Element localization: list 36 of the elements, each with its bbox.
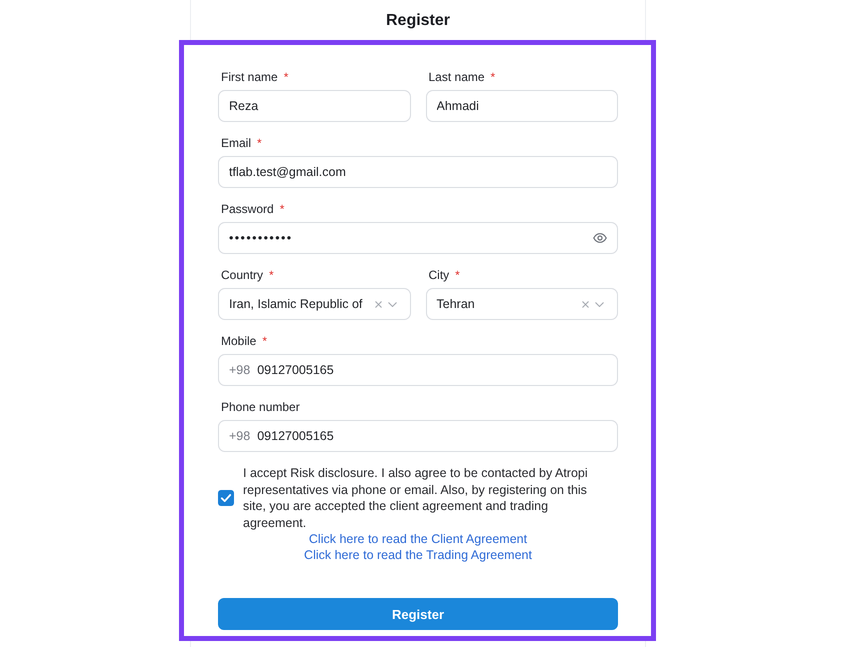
field-label: Password — [221, 202, 274, 217]
register-button[interactable]: Register — [218, 598, 618, 630]
input-field[interactable]: Ahmadi — [426, 90, 618, 122]
input-field[interactable]: tflab.test@gmail.com — [218, 156, 618, 188]
consent-text: I accept Risk disclosure. I also agree to be contacted by Atropi representatives via phone or email. Also, by registering on this site, you are accepted the client agreement and trading agreement. — [243, 465, 589, 531]
field-label: Mobile — [221, 334, 256, 349]
clear-icon[interactable] — [374, 300, 382, 308]
select-field[interactable]: Tehran — [426, 288, 618, 320]
required-mark: * — [257, 136, 262, 151]
required-mark: * — [269, 268, 274, 283]
eye-icon[interactable] — [593, 233, 607, 243]
clear-icon[interactable] — [582, 300, 589, 308]
chevron-down-icon[interactable] — [595, 302, 604, 306]
field-label: Phone number — [221, 400, 300, 415]
field-label: Last name — [428, 70, 485, 85]
required-mark: * — [262, 334, 268, 349]
page-title: Register — [386, 10, 450, 30]
required-mark: * — [490, 70, 496, 85]
required-mark: * — [455, 268, 460, 283]
phone-field[interactable]: +98 09127005165 — [218, 354, 618, 386]
password-field[interactable]: ••••••••••• — [218, 222, 618, 254]
checkbox[interactable] — [218, 490, 234, 506]
field-label: Email — [221, 136, 252, 151]
required-mark: * — [284, 70, 288, 85]
phone-field[interactable]: +98 09127005165 — [218, 420, 618, 452]
agreement-link[interactable]: Click here to read the Trading Agreement — [304, 547, 532, 563]
select-field[interactable]: Iran, Islamic Republic of — [218, 288, 410, 320]
input-field[interactable]: Reza — [218, 90, 410, 122]
agreement-link[interactable]: Click here to read the Client Agreement — [308, 531, 528, 547]
chevron-down-icon[interactable] — [388, 302, 396, 306]
field-label: Country — [221, 268, 264, 283]
field-label: City — [428, 268, 450, 283]
required-mark: * — [280, 202, 284, 217]
dial-code: +98 — [229, 363, 250, 377]
field-label: First name — [221, 70, 278, 85]
dial-code: +98 — [229, 429, 250, 443]
